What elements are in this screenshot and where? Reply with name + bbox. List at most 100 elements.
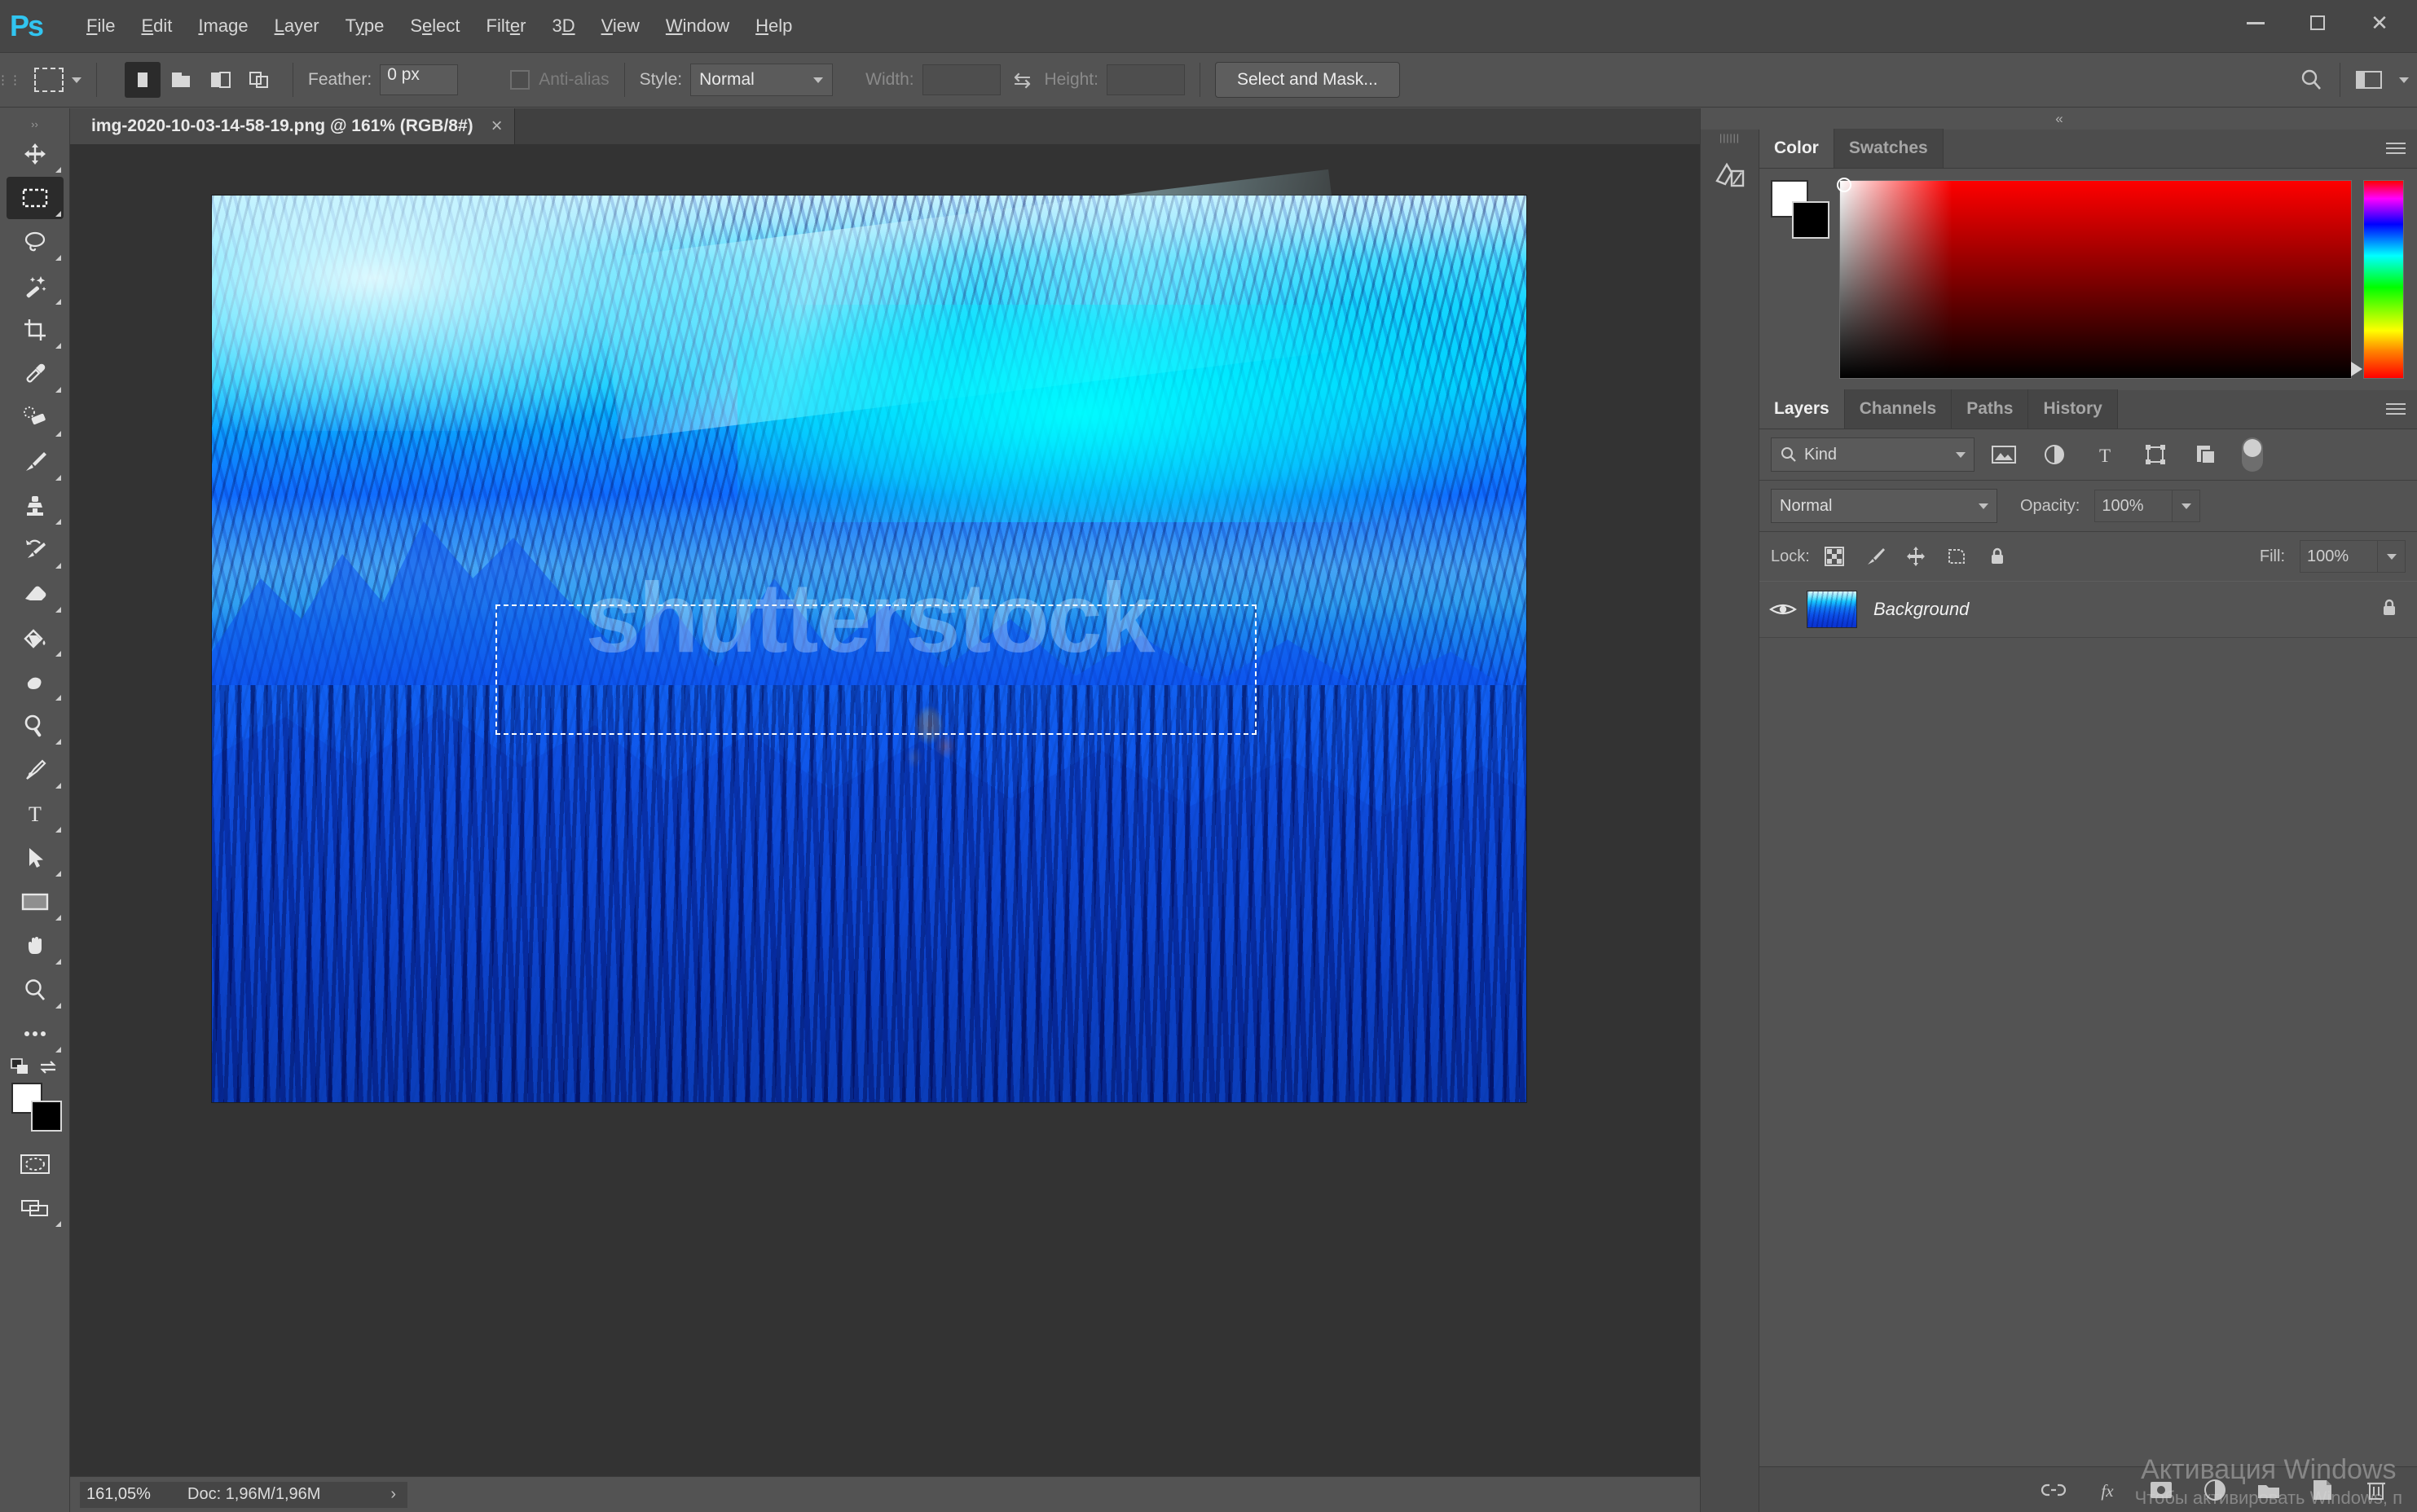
new-layer-button[interactable] (2306, 1474, 2339, 1506)
tab-paths[interactable]: Paths (1952, 389, 2029, 429)
add-layer-mask-button[interactable] (2145, 1474, 2177, 1506)
delete-layer-button[interactable] (2360, 1474, 2393, 1506)
panel-menu-icon[interactable] (2386, 400, 2406, 418)
new-adjustment-layer-button[interactable] (2199, 1474, 2231, 1506)
document-canvas[interactable]: shutterstock (212, 169, 1526, 1102)
tool-clone-stamp[interactable] (7, 485, 64, 527)
tab-color[interactable]: Color (1759, 129, 1834, 168)
close-button[interactable]: ✕ (2349, 0, 2410, 46)
filter-type-layers-button[interactable]: T (2084, 437, 2126, 472)
menu-type[interactable]: Type (332, 8, 398, 44)
lock-all-button[interactable] (1981, 541, 2014, 572)
tool-blur[interactable] (7, 661, 64, 703)
add-to-selection-button[interactable] (164, 62, 200, 98)
filter-adjustment-layers-button[interactable] (2033, 437, 2076, 472)
tab-swatches[interactable]: Swatches (1834, 129, 1944, 168)
layer-filter-kind-select[interactable]: Kind (1771, 437, 1975, 472)
zoom-level-field[interactable]: 161,05% (80, 1481, 176, 1508)
document-tab[interactable]: img-2020-10-03-14-58-19.png @ 161% (RGB/… (70, 108, 515, 144)
tool-eraser[interactable] (7, 573, 64, 615)
menu-filter[interactable]: Filter (473, 8, 539, 44)
tool-lasso[interactable] (7, 221, 64, 263)
filter-smart-object-button[interactable] (2185, 437, 2227, 472)
layer-thumbnail[interactable] (1807, 591, 1857, 628)
canvas-area[interactable]: shutterstock (70, 144, 1700, 1476)
close-icon[interactable]: × (491, 115, 503, 138)
menu-layer[interactable]: Layer (262, 8, 332, 44)
panel-menu-icon[interactable] (2386, 139, 2406, 157)
lock-position-button[interactable] (1900, 541, 1932, 572)
menu-edit[interactable]: Edit (128, 8, 185, 44)
workspace-switcher-icon[interactable] (2355, 69, 2384, 90)
search-icon[interactable] (2297, 66, 2325, 94)
tool-zoom[interactable] (7, 969, 64, 1011)
menu-view[interactable]: View (588, 8, 653, 44)
fill-input[interactable]: 100% (2300, 540, 2378, 573)
opacity-stepper-button[interactable] (2173, 490, 2201, 522)
intersect-selection-button[interactable] (242, 62, 278, 98)
tool-rectangular-marquee[interactable] (6, 177, 64, 219)
filter-shape-layers-button[interactable] (2134, 437, 2177, 472)
new-group-button[interactable] (2252, 1474, 2285, 1506)
default-colors-icon[interactable] (10, 1058, 32, 1076)
tool-gradient[interactable] (7, 617, 64, 659)
maximize-button[interactable] (2287, 0, 2349, 46)
tool-crop[interactable] (7, 309, 64, 351)
tool-rectangle[interactable] (7, 881, 64, 923)
filter-pixel-layers-button[interactable] (1983, 437, 2025, 472)
options-bar-grip[interactable]: ⋮⋮ (0, 52, 21, 108)
tab-history[interactable]: History (2028, 389, 2118, 429)
layer-visibility-toggle[interactable] (1759, 600, 1807, 618)
opacity-input[interactable]: 100% (2094, 490, 2173, 522)
tool-edit-toolbar[interactable] (7, 1013, 64, 1055)
menu-window[interactable]: Window (653, 8, 742, 44)
collapse-panels-button[interactable]: « (1701, 108, 2417, 130)
tool-dodge[interactable] (7, 705, 64, 747)
blend-mode-select[interactable]: Normal (1771, 489, 1997, 523)
tool-screen-mode[interactable] (7, 1187, 64, 1229)
menu-3d[interactable]: 3D (539, 8, 588, 44)
chevron-down-icon[interactable] (2399, 77, 2409, 83)
height-input[interactable] (1106, 64, 1185, 95)
status-expand-icon[interactable]: › (390, 1485, 396, 1504)
tool-brush[interactable] (7, 441, 64, 483)
menu-select[interactable]: Select (397, 8, 473, 44)
new-selection-button[interactable] (125, 62, 161, 98)
lock-transparent-pixels-button[interactable] (1818, 541, 1851, 572)
layer-name[interactable]: Background (1873, 599, 2380, 620)
color-ramp-field[interactable] (1837, 178, 2352, 379)
tool-horizontal-type[interactable]: T (7, 793, 64, 835)
hue-slider[interactable] (2351, 180, 2404, 379)
layer-style-button[interactable]: fx (2091, 1474, 2124, 1506)
layer-row-background[interactable]: Background (1759, 581, 2417, 638)
tool-move[interactable] (7, 133, 64, 175)
menu-help[interactable]: Help (742, 8, 805, 44)
width-input[interactable] (922, 64, 1001, 95)
minimize-button[interactable] (2225, 0, 2287, 46)
tool-hand[interactable] (7, 925, 64, 967)
swap-colors-icon[interactable] (38, 1058, 59, 1076)
tab-layers[interactable]: Layers (1759, 389, 1845, 429)
select-and-mask-button[interactable]: Select and Mask... (1214, 62, 1400, 98)
marquee-selection[interactable] (495, 604, 1257, 735)
subtract-from-selection-button[interactable] (203, 62, 239, 98)
hue-slider-handle[interactable] (2351, 362, 2362, 376)
menu-image[interactable]: Image (185, 8, 261, 44)
feather-input[interactable]: 0 px (380, 64, 459, 95)
swap-width-height-icon[interactable]: ⇆ (1014, 68, 1032, 93)
menu-file[interactable]: File (73, 8, 128, 44)
document-size-info[interactable]: Doc: 1,96M/1,96M › (176, 1481, 408, 1508)
tool-history-brush[interactable] (7, 529, 64, 571)
libraries-panel-button[interactable] (1703, 149, 1757, 200)
rail-grip[interactable]: |||||| (1701, 130, 1759, 146)
background-color-swatch[interactable] (30, 1101, 62, 1132)
tool-pen[interactable] (7, 749, 64, 791)
anti-alias-checkbox[interactable] (510, 70, 531, 90)
tab-channels[interactable]: Channels (1844, 389, 1953, 429)
filter-enable-toggle[interactable] (2242, 437, 2263, 472)
tool-path-selection[interactable] (7, 837, 64, 879)
tool-quick-mask[interactable] (7, 1143, 64, 1185)
tool-magic-wand[interactable] (7, 265, 64, 307)
link-layers-button[interactable] (2037, 1474, 2070, 1506)
tool-spot-healing-brush[interactable] (7, 397, 64, 439)
